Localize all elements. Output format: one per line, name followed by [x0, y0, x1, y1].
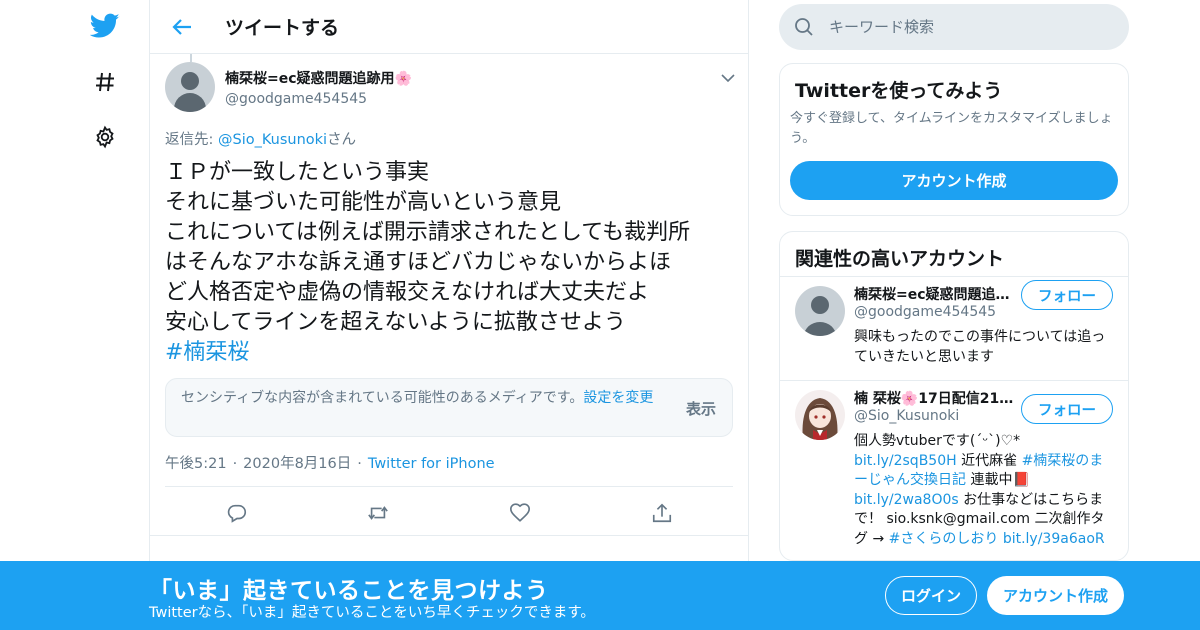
avatar[interactable]	[795, 390, 845, 440]
tweet-line: ＩＰが一致したという事実	[165, 160, 430, 185]
account-handle[interactable]: @goodgame454545	[854, 304, 996, 320]
account-bio: 興味もったのでこの事件については追っていきたいと思います	[854, 329, 1106, 365]
thread-line	[190, 54, 192, 62]
account-handle[interactable]: @Sio_Kusunoki	[854, 408, 959, 424]
tweet-line: これについては例えば開示請求されたとしても裁判所	[165, 220, 691, 245]
signup-card: Twitterを使ってみよう 今すぐ登録して、タイムラインをカスタマイズしましょ…	[779, 63, 1129, 216]
main-column: ツイートする 楠栞桜=ec疑惑問題追跡用🌸 @goodgame454545 返信…	[149, 0, 749, 630]
reply-target-link[interactable]: @Sio_Kusunoki	[218, 132, 327, 148]
divider	[780, 380, 1128, 381]
bio-text: 連載中📕	[966, 472, 1030, 488]
signup-banner: 「いま」起きていることを見つけよう Twitterなら、「いま」起きていることを…	[0, 561, 1200, 630]
twitter-bird-icon[interactable]	[90, 11, 120, 41]
meta-separator: ·	[357, 456, 362, 472]
author-name[interactable]: 楠栞桜=ec疑惑問題追跡用🌸	[225, 68, 412, 88]
bio-link[interactable]: bit.ly/39a6aoR	[1003, 531, 1105, 547]
bio-hashtag-link[interactable]: #さくらのしおり	[889, 531, 999, 547]
reply-to: 返信先: @Sio_Kusunokiさん	[165, 128, 356, 149]
hashtag-icon[interactable]	[90, 67, 120, 97]
sensitive-media-notice: センシティブな内容が含まれている可能性のあるメディアです。設定を変更 表示	[165, 378, 733, 437]
related-accounts-card: 関連性の高いアカウント 楠栞桜=ec疑惑問題追跡用🌸 @goodgame4545…	[779, 231, 1129, 561]
like-icon[interactable]	[507, 500, 533, 526]
tweet-line: 安心してラインを超えないように拡散させよう	[165, 310, 626, 335]
tweet-time[interactable]: 午後5:21	[165, 456, 227, 472]
author-handle[interactable]: @goodgame454545	[225, 91, 412, 107]
bio-link[interactable]: bit.ly/2sqB50H	[854, 453, 957, 469]
signup-card-title: Twitterを使ってみよう	[795, 80, 1003, 102]
back-arrow-icon[interactable]	[167, 12, 197, 42]
page-title: ツイートする	[225, 17, 340, 39]
sensitive-message: センシティブな内容が含まれている可能性のあるメディアです。	[181, 390, 584, 406]
change-settings-link[interactable]: 設定を変更	[583, 390, 653, 406]
left-nav	[70, 0, 140, 630]
sensitive-text: センシティブな内容が含まれている可能性のあるメディアです。設定を変更	[181, 388, 671, 408]
retweet-icon[interactable]	[365, 500, 391, 526]
follow-button[interactable]: フォロー	[1021, 280, 1113, 310]
search-box[interactable]	[779, 4, 1129, 50]
avatar[interactable]	[795, 286, 845, 336]
signup-card-desc: 今すぐ登録して、タイムラインをカスタマイズしましょう。	[790, 111, 1113, 146]
account-name[interactable]: 楠栞桜=ec疑惑問題追跡用🌸	[854, 284, 1014, 304]
follow-button[interactable]: フォロー	[1021, 394, 1113, 424]
bio-link[interactable]: bit.ly/2wa8O0s	[854, 492, 959, 508]
bio-text: 近代麻雀	[956, 452, 1022, 469]
reply-icon[interactable]	[224, 500, 250, 526]
tweet-line: ど人格否定や虚偽の情報交えなければ大丈夫だよ	[165, 280, 650, 305]
tweet-actions	[165, 486, 733, 536]
login-button[interactable]: ログイン	[885, 576, 977, 615]
reply-prefix: 返信先:	[165, 132, 218, 148]
page-header: ツイートする	[150, 0, 748, 54]
banner-create-account-button[interactable]: アカウント作成	[987, 576, 1124, 615]
tweet-line: それに基づいた可能性が高いという意見	[165, 190, 562, 215]
tweet-date[interactable]: 2020年8月16日	[243, 456, 351, 472]
related-accounts-title: 関連性の高いアカウント	[795, 248, 1005, 270]
hashtag-link[interactable]: #楠栞桜	[165, 338, 735, 368]
divider	[150, 535, 748, 536]
gear-icon[interactable]	[90, 122, 120, 152]
share-icon[interactable]	[649, 500, 675, 526]
search-input[interactable]	[829, 4, 1109, 50]
tweet-source-link[interactable]: Twitter for iPhone	[368, 456, 495, 472]
tweet-author[interactable]: 楠栞桜=ec疑惑問題追跡用🌸 @goodgame454545	[225, 68, 412, 107]
tweet: 楠栞桜=ec疑惑問題追跡用🌸 @goodgame454545 返信先: @Sio…	[165, 62, 735, 523]
banner-title: 「いま」起きていることを見つけよう	[149, 578, 549, 604]
tweet-meta: 午後5:21 · 2020年8月16日 · Twitter for iPhone	[165, 452, 495, 473]
reply-suffix: さん	[327, 132, 357, 148]
account-name[interactable]: 楠 栞桜🌸17日配信21時〜	[854, 388, 1014, 408]
tweet-text: ＩＰが一致したという事実 それに基づいた可能性が高いという意見 これについては例…	[165, 158, 735, 368]
chevron-down-icon[interactable]	[721, 68, 735, 87]
banner-subtitle: Twitterなら、「いま」起きていることをいち早くチェックできます。	[149, 605, 595, 621]
create-account-button[interactable]: アカウント作成	[790, 161, 1118, 200]
show-media-button[interactable]: 表示	[686, 398, 716, 419]
tweet-line: はそんなアホな訴え通すほどバカじゃないからよほ	[165, 250, 672, 275]
account-bio: 個人勢vtuberです(ˊᵕˋ)♡* bit.ly/2sqB50H 近代麻雀 #…	[854, 432, 1116, 549]
search-icon	[794, 17, 814, 41]
bio-text: 個人勢vtuberです(ˊᵕˋ)♡*	[854, 433, 1021, 449]
divider	[780, 276, 1128, 277]
meta-separator: ·	[232, 456, 238, 472]
avatar[interactable]	[165, 62, 215, 112]
